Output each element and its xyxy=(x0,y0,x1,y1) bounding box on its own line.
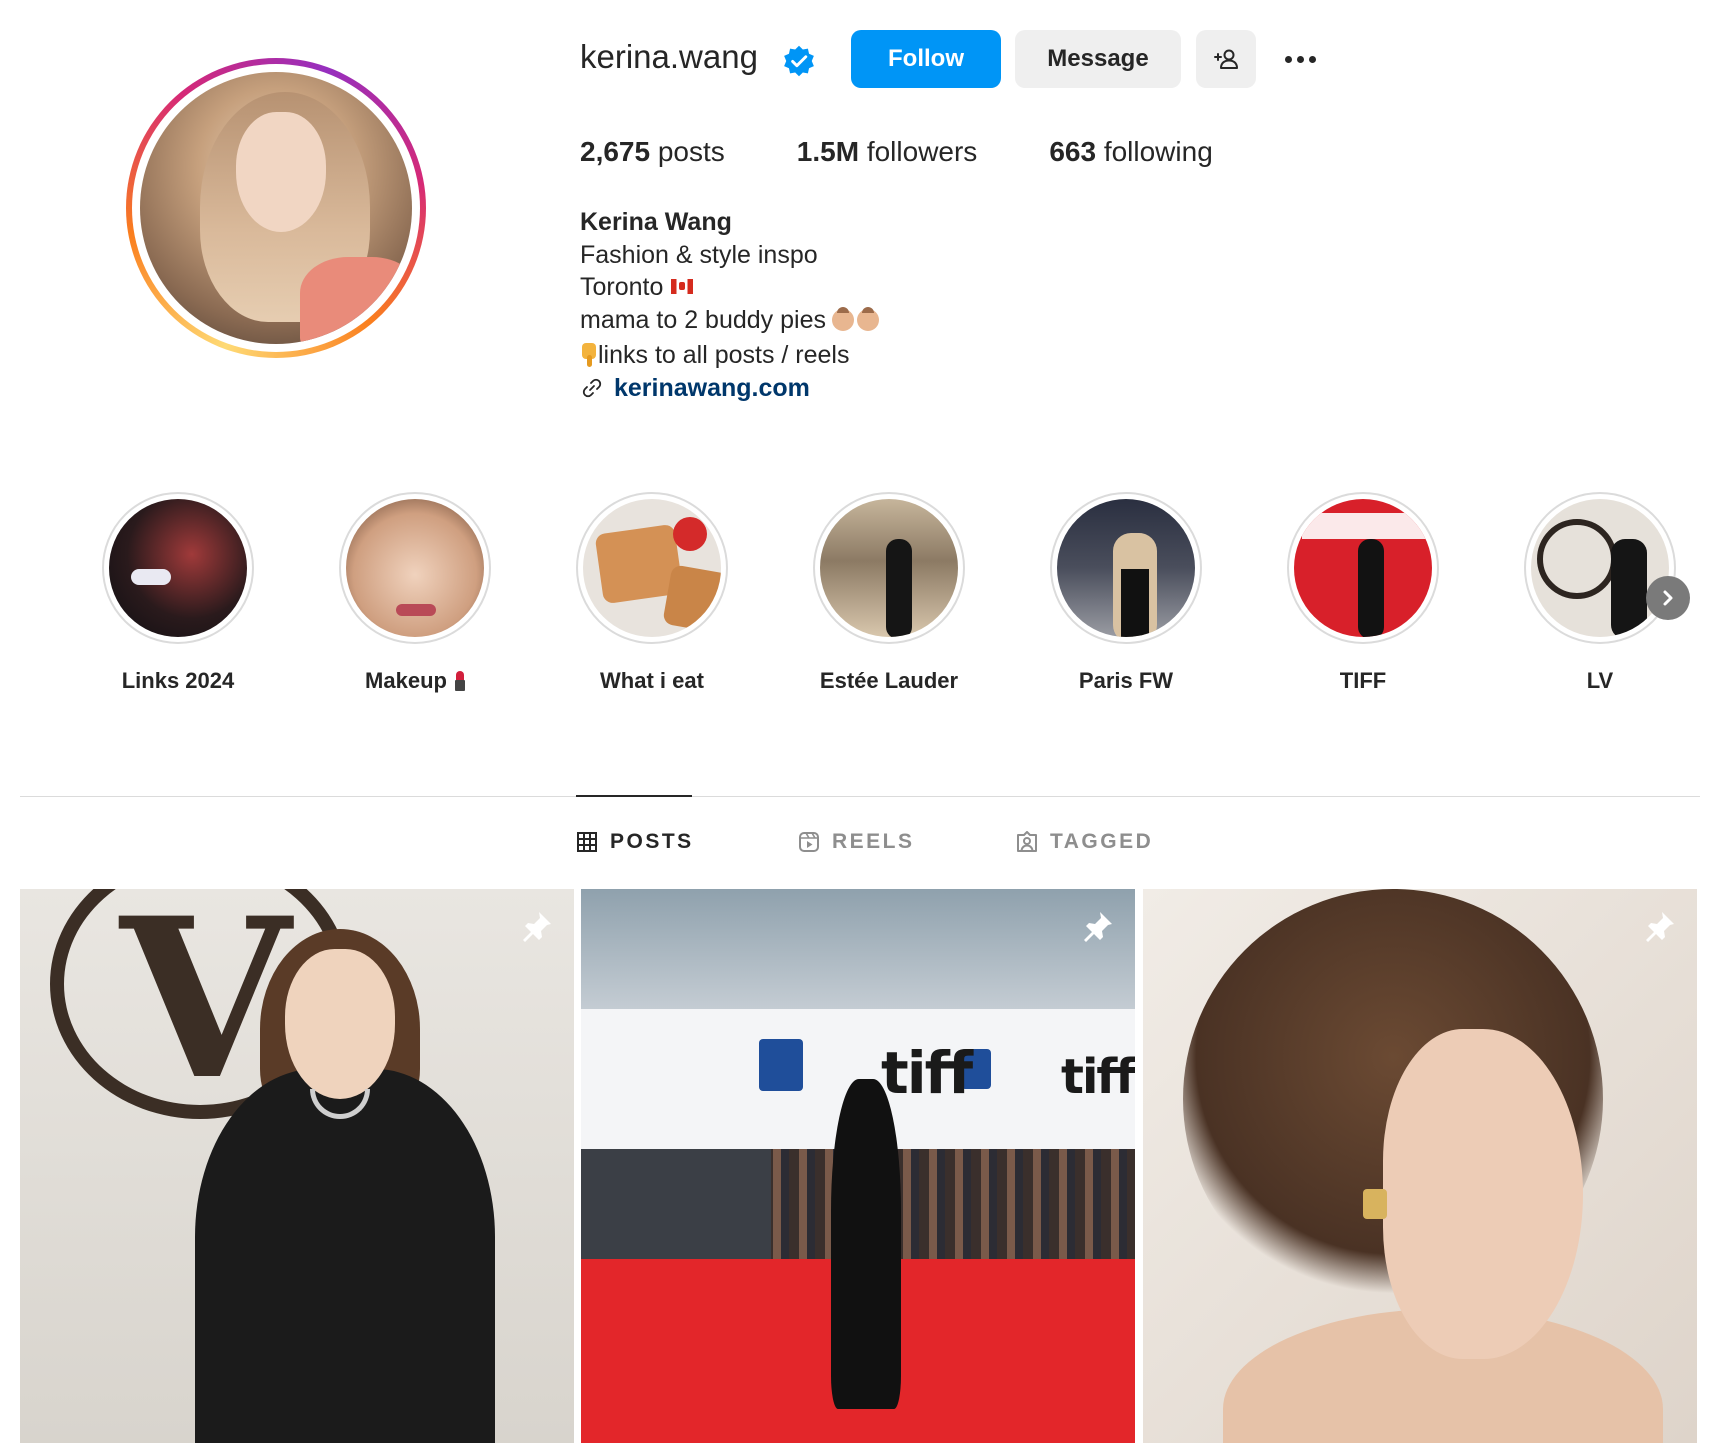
profile-stats: 2,675 posts 1.5M followers 663 following xyxy=(580,136,1285,168)
pin-icon xyxy=(523,912,551,942)
tab-reels[interactable]: REELS xyxy=(798,830,915,854)
highlight-label: TIFF xyxy=(1339,668,1387,693)
baby-emoji-icon xyxy=(831,306,882,340)
highlight-cover xyxy=(109,499,247,637)
pin-icon xyxy=(1646,912,1674,942)
grid-icon xyxy=(577,832,597,852)
profile-page: kerina.wang Follow Message 2,675 posts 1… xyxy=(0,0,1714,1446)
pin-icon xyxy=(1084,912,1112,942)
link-icon xyxy=(582,378,602,397)
highlight-label: Paris FW xyxy=(1078,668,1174,693)
highlight-label: Estée Lauder xyxy=(819,668,959,693)
highlight-paris-fw[interactable]: Paris FW xyxy=(1046,492,1206,694)
message-button[interactable]: Message xyxy=(1015,30,1181,88)
person-add-icon xyxy=(1214,49,1238,69)
post-tile[interactable] xyxy=(1143,889,1697,1443)
profile-bio: Kerina Wang Fashion & style inspo Toront… xyxy=(580,206,882,404)
avatar-photo xyxy=(140,72,412,344)
highlight-label: LV xyxy=(1586,668,1614,693)
post-tile[interactable]: tiff tiff xyxy=(581,889,1135,1443)
posts-stat[interactable]: 2,675 posts xyxy=(580,136,725,168)
highlight-cover xyxy=(1531,499,1669,637)
highlight-cover xyxy=(346,499,484,637)
bio-line-location: Toronto xyxy=(580,271,882,304)
tagged-icon xyxy=(1017,831,1037,852)
lipstick-emoji-icon xyxy=(454,671,465,691)
profile-avatar[interactable] xyxy=(126,58,426,358)
active-tab-indicator xyxy=(576,795,692,797)
bio-line-family: mama to 2 buddy pies xyxy=(580,304,882,340)
highlight-makeup[interactable]: Makeup xyxy=(335,492,495,694)
highlight-tiff[interactable]: TIFF xyxy=(1283,492,1443,694)
highlight-cover xyxy=(1294,499,1432,637)
bio-link[interactable]: kerinawang.com xyxy=(580,372,882,405)
bio-line-links: links to all posts / reels xyxy=(580,339,882,372)
highlight-links-2024[interactable]: Links 2024 xyxy=(98,492,258,694)
more-options-icon[interactable] xyxy=(1278,42,1322,76)
verified-badge-icon xyxy=(784,45,814,77)
suggest-user-button[interactable] xyxy=(1196,30,1256,88)
highlight-label: Makeup xyxy=(365,668,447,693)
website-link[interactable]: kerinawang.com xyxy=(614,372,810,405)
highlight-what-i-eat[interactable]: What i eat xyxy=(572,492,732,694)
post-tile[interactable]: V xyxy=(20,889,574,1443)
tab-tagged[interactable]: TAGGED xyxy=(1016,830,1153,854)
highlight-cover xyxy=(1057,499,1195,637)
tab-posts[interactable]: POSTS xyxy=(576,830,694,854)
highlight-cover xyxy=(820,499,958,637)
highlight-cover xyxy=(583,499,721,637)
highlight-label-row: Makeup xyxy=(335,668,495,694)
username: kerina.wang xyxy=(580,38,758,75)
display-name: Kerina Wang xyxy=(580,208,732,236)
highlight-estee-lauder[interactable]: Estée Lauder xyxy=(809,492,969,694)
following-stat[interactable]: 663 following xyxy=(1049,136,1212,168)
followers-stat[interactable]: 1.5M followers xyxy=(797,136,978,168)
highlight-label: What i eat xyxy=(600,668,704,693)
highlight-label: Links 2024 xyxy=(121,668,235,693)
follow-button[interactable]: Follow xyxy=(851,30,1001,88)
story-highlights: Links 2024 Makeup What i eat Estée Laude… xyxy=(98,492,1698,702)
canada-flag-icon xyxy=(671,279,694,294)
pointing-down-emoji-icon xyxy=(580,343,598,367)
chevron-right-icon[interactable] xyxy=(1646,576,1690,620)
bio-line: Fashion & style inspo xyxy=(580,240,818,269)
tabs-divider xyxy=(20,796,1700,797)
reels-icon xyxy=(799,832,819,852)
